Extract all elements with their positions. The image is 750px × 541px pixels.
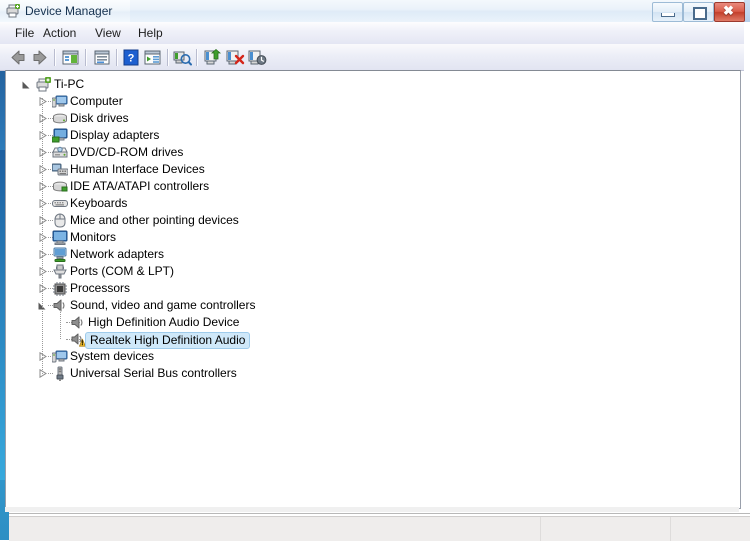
toolbar-separator (85, 49, 87, 66)
system-device-icon (51, 349, 68, 364)
scan-for-hardware-changes-button[interactable] (172, 48, 192, 67)
show-hide-action-pane-button[interactable] (143, 48, 163, 67)
toolbar: ? (0, 44, 744, 71)
mouse-icon (52, 213, 68, 228)
help-button[interactable]: ? (121, 48, 141, 67)
tree-spine-sublevel (60, 310, 61, 339)
keyboard-icon (52, 196, 68, 211)
computer-root-icon (36, 77, 52, 92)
svg-text:?: ? (128, 53, 135, 65)
tree-node-label: Network adapters (70, 247, 165, 261)
tree-node-label: IDE ATA/ATAPI controllers (70, 179, 210, 193)
tree-node[interactable]: IDE ATA/ATAPI controllers (6, 178, 740, 195)
usb-controller-icon (52, 366, 68, 381)
tree-node[interactable]: Ports (COM & LPT) (6, 263, 740, 280)
show-hide-console-tree-button[interactable] (61, 48, 81, 67)
tree-node[interactable]: Human Interface Devices (6, 161, 740, 178)
tree-node[interactable]: Monitors (6, 229, 740, 246)
menu-item-file[interactable]: File (10, 25, 39, 41)
tree-node-label: Universal Serial Bus controllers (70, 366, 237, 380)
tree-node[interactable]: Mice and other pointing devices (6, 212, 740, 229)
background-status-bar (9, 516, 750, 541)
tree-node[interactable]: System devices (6, 348, 740, 365)
tree-node-label: Computer (70, 94, 123, 108)
tree-node-label: Monitors (70, 230, 117, 244)
tree-node-label: Processors (70, 281, 131, 295)
dvd-drive-icon (52, 145, 68, 160)
toolbar-separator (196, 49, 198, 66)
tree-node[interactable]: Computer (6, 93, 740, 110)
menu-item-view[interactable]: View (90, 25, 126, 41)
tree-spine (42, 98, 43, 374)
tree-node-selected[interactable]: Realtek High Definition Audio (6, 331, 740, 349)
port-icon (52, 264, 68, 279)
tree-node[interactable]: Keyboards (6, 195, 740, 212)
tree-node-label: Display adapters (70, 128, 160, 142)
title-bar[interactable]: Device Manager ✖ (0, 0, 745, 23)
tree-node[interactable]: Sound, video and game controllers (6, 297, 740, 314)
device-manager-window: Device Manager ✖ File Action View Help ?… (0, 0, 745, 512)
tree-node-label: High Definition Audio Device (88, 315, 240, 329)
tree-node-label: Disk drives (70, 111, 129, 125)
update-driver-software-button[interactable] (203, 48, 223, 67)
background-status-cell-2 (670, 517, 750, 541)
menu-item-action[interactable]: Action (38, 25, 81, 41)
display-adapter-icon (51, 128, 68, 143)
tree-node-label: Sound, video and game controllers (70, 298, 256, 312)
device-manager-icon (6, 4, 21, 18)
toolbar-separator (54, 49, 56, 66)
tree-node[interactable]: Processors (6, 280, 740, 297)
minimize-button[interactable] (652, 2, 683, 22)
tree-node-label: DVD/CD-ROM drives (70, 145, 184, 159)
speaker-warning-icon (70, 332, 86, 347)
menu-item-help[interactable]: Help (133, 25, 168, 41)
tree-node-label: Human Interface Devices (70, 162, 205, 176)
disable-device-button[interactable] (247, 48, 267, 67)
window-bottom-strip (5, 507, 739, 512)
tree-node-label: System devices (70, 349, 155, 363)
uninstall-device-button[interactable] (225, 48, 245, 67)
maximize-icon (693, 7, 707, 20)
chevron-down-icon[interactable] (22, 80, 31, 89)
background-status-cell-1 (540, 517, 671, 541)
toolbar-separator (116, 49, 118, 66)
tree-node-label: Ports (COM & LPT) (70, 264, 175, 278)
back-button[interactable] (8, 48, 28, 67)
device-tree: Ti-PC Computer Disk drives Display adapters… (6, 76, 740, 382)
tree-node-label: Ti-PC (54, 77, 85, 91)
tree-node-label: Realtek High Definition Audio (85, 332, 251, 349)
close-icon: ✖ (723, 3, 734, 18)
speaker-icon (70, 315, 86, 330)
tree-node[interactable]: Disk drives (6, 110, 740, 127)
background-divider (9, 513, 750, 514)
minimize-icon (661, 13, 675, 17)
computer-icon (51, 94, 68, 109)
device-tree-panel[interactable]: Ti-PC Computer Disk drives Display adapters… (5, 70, 741, 509)
tree-node[interactable]: Display adapters (6, 127, 740, 144)
network-adapter-icon (52, 247, 68, 262)
tree-node-label: Mice and other pointing devices (70, 213, 239, 227)
ide-controller-icon (52, 179, 68, 194)
tree-node[interactable]: Network adapters (6, 246, 740, 263)
tree-node[interactable]: Ti-PC (6, 76, 740, 93)
menu-bar: File Action View Help (0, 22, 744, 45)
toolbar-separator (167, 49, 169, 66)
disk-drive-icon (52, 111, 68, 126)
monitor-icon (52, 230, 68, 245)
forward-button[interactable] (30, 48, 50, 67)
window-title: Device Manager (25, 4, 113, 18)
tree-node[interactable]: High Definition Audio Device (6, 314, 740, 331)
properties-button[interactable] (92, 48, 112, 67)
tree-node[interactable]: Universal Serial Bus controllers (6, 365, 740, 382)
close-button[interactable]: ✖ (714, 2, 745, 22)
maximize-button[interactable] (683, 2, 714, 22)
hid-icon (51, 162, 69, 177)
tree-node-label: Keyboards (70, 196, 128, 210)
tree-node[interactable]: DVD/CD-ROM drives (6, 144, 740, 161)
processor-icon (52, 281, 68, 296)
